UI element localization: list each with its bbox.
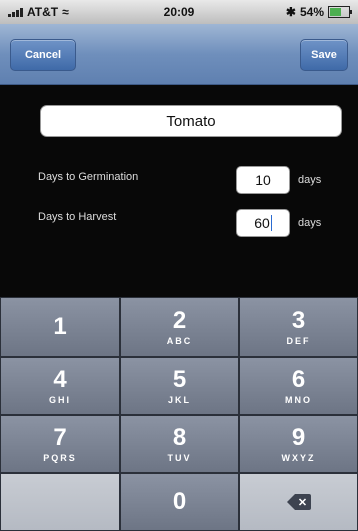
- key-digit: 9: [291, 423, 306, 451]
- key-digit: 8: [172, 423, 187, 451]
- key-0[interactable]: 0: [120, 473, 239, 531]
- cancel-button[interactable]: Cancel: [10, 39, 76, 71]
- key-digit: 1: [53, 313, 67, 340]
- battery-icon: [328, 6, 352, 18]
- key-digit: 2: [172, 306, 187, 334]
- key-digit: 4: [53, 365, 67, 393]
- key-letters: DEF: [286, 335, 311, 346]
- key-8[interactable]: 8 TUV: [120, 415, 239, 473]
- key-digit: 0: [172, 488, 187, 515]
- key-6[interactable]: 6 MNO: [239, 357, 358, 415]
- text-cursor: [270, 215, 272, 231]
- key-digit: 6: [291, 365, 306, 393]
- key-1[interactable]: 1: [0, 297, 120, 357]
- key-2[interactable]: 2 ABC: [120, 297, 239, 357]
- bluetooth-icon: ✱: [285, 5, 296, 19]
- plant-name-field[interactable]: Tomato: [40, 105, 342, 137]
- key-letters: ABC: [166, 335, 193, 346]
- battery-percent: 54%: [299, 5, 324, 19]
- germination-label: Days to Germination: [38, 171, 139, 183]
- key-9[interactable]: 9 WXYZ: [239, 415, 358, 473]
- numeric-keypad: 1 2 ABC 3 DEF 4 GHI 5 JKL 6 MNO 7 PQRS 8…: [0, 297, 358, 531]
- navigation-bar: Cancel Save: [0, 24, 358, 85]
- key-letters: WXYZ: [281, 452, 316, 463]
- plant-form: Tomato Days to Germination 10 days Days …: [0, 85, 358, 297]
- backspace-icon: ✕: [286, 494, 311, 510]
- key-5[interactable]: 5 JKL: [120, 357, 239, 415]
- germination-unit: days: [298, 174, 322, 186]
- key-letters: GHI: [48, 394, 71, 405]
- key-7[interactable]: 7 PQRS: [0, 415, 120, 473]
- harvest-label: Days to Harvest: [38, 211, 117, 223]
- key-digit: 7: [53, 423, 67, 451]
- key-letters: PQRS: [43, 452, 77, 463]
- key-digit: 3: [291, 306, 306, 334]
- key-letters: JKL: [167, 394, 191, 405]
- key-letters: TUV: [167, 452, 192, 463]
- germination-days-field[interactable]: 10: [236, 166, 290, 194]
- backspace-key[interactable]: ✕: [239, 473, 358, 531]
- harvest-days-field[interactable]: 60: [236, 209, 290, 237]
- key-digit: 5: [172, 365, 187, 393]
- save-button[interactable]: Save: [300, 39, 348, 71]
- key-blank: [0, 473, 120, 531]
- harvest-days-value: 60: [254, 215, 270, 231]
- harvest-unit: days: [298, 217, 322, 229]
- key-4[interactable]: 4 GHI: [0, 357, 120, 415]
- key-3[interactable]: 3 DEF: [239, 297, 358, 357]
- status-right: ✱ 54%: [285, 5, 352, 19]
- status-bar: AT&T ≈ 20:09 ✱ 54%: [0, 0, 358, 24]
- key-letters: MNO: [285, 394, 312, 405]
